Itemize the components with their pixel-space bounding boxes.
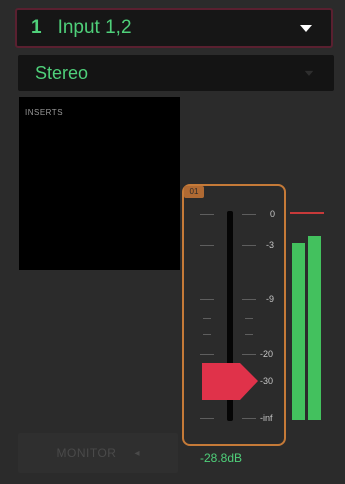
dropdown-arrow-icon bbox=[304, 70, 314, 76]
monitor-button[interactable]: MONITOR ◂ bbox=[18, 433, 178, 473]
scale-tick bbox=[242, 354, 256, 355]
meter-left bbox=[292, 243, 305, 420]
scale-label-minus-inf: -inf bbox=[260, 413, 273, 423]
monitor-label: MONITOR bbox=[56, 446, 117, 460]
scale-label-minus9: -9 bbox=[266, 294, 275, 304]
scale-label-minus20: -20 bbox=[260, 349, 274, 359]
scale-label-minus3: -3 bbox=[266, 240, 275, 250]
input-number: 1 bbox=[31, 17, 42, 38]
inserts-panel[interactable]: INSERTS bbox=[19, 97, 180, 270]
channel-badge: 01 bbox=[184, 186, 204, 198]
scale-tick bbox=[242, 299, 256, 300]
scale-tick bbox=[242, 418, 256, 419]
mode-label: Stereo bbox=[35, 62, 89, 83]
inserts-label: INSERTS bbox=[25, 108, 64, 117]
mode-selector[interactable]: Stereo bbox=[18, 55, 334, 91]
fader-frame bbox=[182, 184, 286, 446]
scale-tick bbox=[242, 245, 256, 246]
scale-tick bbox=[245, 318, 253, 319]
scale-tick bbox=[203, 318, 211, 319]
fader-cap[interactable] bbox=[202, 363, 258, 400]
speaker-icon: ◂ bbox=[134, 447, 140, 459]
scale-tick bbox=[200, 418, 214, 419]
gain-readout: -28.8dB bbox=[200, 451, 243, 465]
scale-tick bbox=[200, 214, 214, 215]
scale-label-minus30: -30 bbox=[260, 376, 274, 386]
dropdown-arrow-icon bbox=[300, 25, 312, 32]
fader-cap-shape bbox=[202, 363, 258, 400]
input-selector[interactable]: 1 Input 1,2 bbox=[15, 8, 333, 48]
scale-label-0: 0 bbox=[270, 209, 276, 219]
scale-tick bbox=[200, 245, 214, 246]
input-label: Input 1,2 bbox=[57, 17, 132, 38]
peak-hold-line bbox=[290, 212, 324, 214]
scale-tick bbox=[200, 299, 214, 300]
scale-tick bbox=[242, 214, 256, 215]
meter-right bbox=[308, 236, 321, 420]
scale-tick bbox=[203, 334, 211, 335]
scale-tick bbox=[200, 354, 214, 355]
scale-tick bbox=[245, 334, 253, 335]
